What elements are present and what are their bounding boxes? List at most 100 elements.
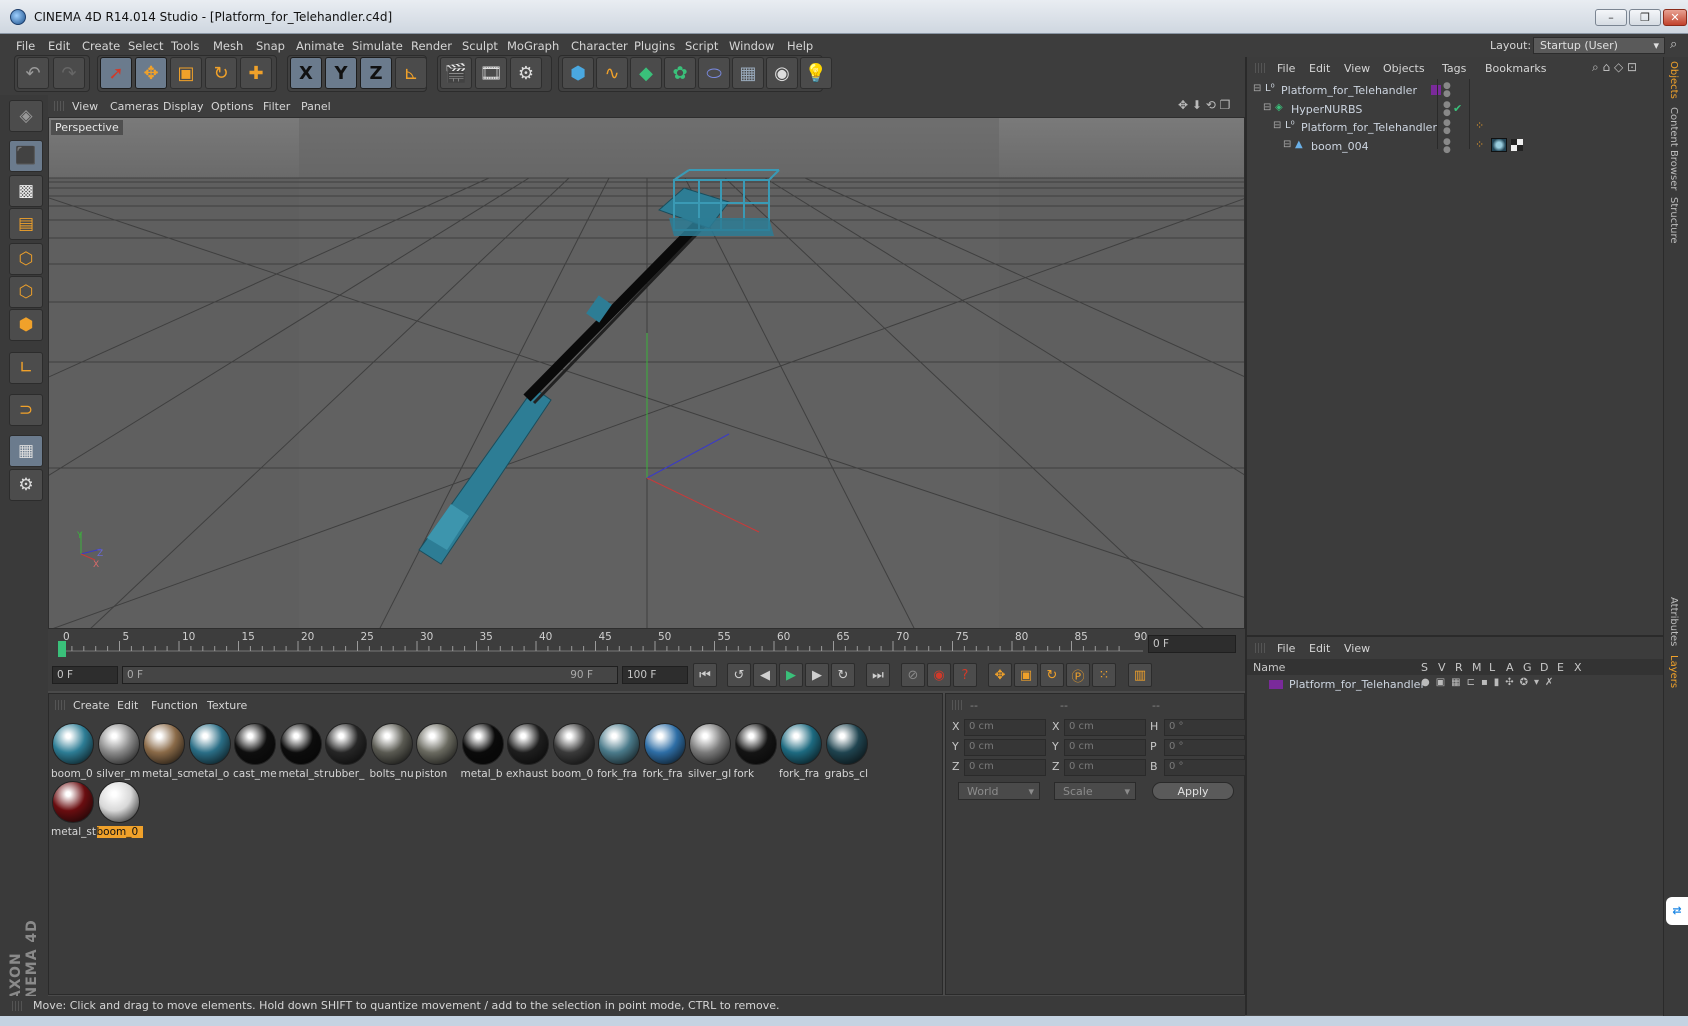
menu-mograph[interactable]: MoGraph [507,39,559,53]
deformer-icon[interactable]: ⬭ [698,57,730,89]
visibility-dots-icon[interactable]: ● ● [1443,100,1451,117]
rotation-h-field[interactable]: 0 ° [1164,719,1246,736]
menu-file[interactable]: File [16,39,35,53]
layer-name[interactable]: Platform_for_Telehandler [1289,678,1425,691]
cube-icon[interactable]: ⬢ [562,57,594,89]
menu-help[interactable]: Help [787,39,813,53]
material-swatch[interactable]: exhaust [506,722,550,782]
help-key-icon[interactable]: ? [953,663,977,687]
make-editable-icon[interactable]: ◈ [9,100,43,132]
obj-menu-view[interactable]: View [1344,62,1370,75]
y-axis-icon[interactable]: Y [325,57,357,89]
object-tree-row[interactable]: ⊟ ▲ boom_004 ● ● ⁘ [1247,137,1665,156]
workplane-mode-icon[interactable]: ▤ [9,208,43,240]
size-y-field[interactable]: 0 cm [1064,739,1146,756]
axis-mode-icon[interactable]: ∟ [9,352,43,384]
expand-toggle-icon[interactable]: ⊟ [1283,139,1291,150]
material-swatch[interactable]: rubber_ [324,722,368,782]
obj-menu-objects[interactable]: Objects [1383,62,1425,75]
material-swatch[interactable]: metal_b [461,722,505,782]
material-tag-icon[interactable] [1491,137,1507,152]
key-pla-icon[interactable]: ⁙ [1092,663,1116,687]
menu-edit[interactable]: Edit [48,39,70,53]
key-scale-icon[interactable]: ▣ [1014,663,1038,687]
play-icon[interactable]: ▶ [779,663,803,687]
menu-character[interactable]: Character [571,39,628,53]
material-swatch[interactable]: metal_st [51,780,96,840]
object-name[interactable]: Platform_for_Telehandler [1281,84,1417,97]
frame-range-slider[interactable]: 0 F 90 F [122,666,618,684]
object-tree-row[interactable]: ⊟ L⁰ Platform_for_Telehandler ● ● [1247,81,1665,100]
object-tree-row[interactable]: ⊟ L⁰ Platform_for_Telehandler ● ● ⁘ [1247,118,1665,137]
obj-menu-tags[interactable]: Tags [1442,62,1466,75]
goto-end-icon[interactable]: ⏭ [866,663,890,687]
move-icon[interactable]: ✥ [135,57,167,89]
key-rotation-icon[interactable]: ↻ [1040,663,1064,687]
size-z-field[interactable]: 0 cm [1064,759,1146,776]
record-keys-icon[interactable]: ⊘ [901,663,925,687]
layer-menu-edit[interactable]: Edit [1309,642,1330,655]
obj-menu-file[interactable]: File [1277,62,1295,75]
material-swatch[interactable]: boom_0 [552,722,596,782]
maximize-button[interactable]: ❐ [1629,9,1661,26]
vp-menu-panel[interactable]: Panel [301,100,331,113]
menu-animate[interactable]: Animate [296,39,344,53]
material-swatch[interactable]: bolts_nu [370,722,414,782]
camera-icon[interactable]: ◉ [766,57,798,89]
select-pointer-icon[interactable]: ➚ [100,57,132,89]
position-y-field[interactable]: 0 cm [964,739,1046,756]
material-swatch[interactable]: fork_fra [643,722,687,782]
scale-icon[interactable]: ▣ [170,57,202,89]
menu-simulate[interactable]: Simulate [352,39,403,53]
points-mode-icon[interactable]: ⬡ [9,243,43,275]
tab-content-browser[interactable]: Content Browser [1668,107,1679,190]
key-param-icon[interactable]: Ⓟ [1066,663,1090,687]
undo-icon[interactable]: ↶ [17,57,49,89]
snapping-icon[interactable]: ⊃ [9,394,43,426]
next-key-icon[interactable]: ↻ [831,663,855,687]
coordinate-mode-select[interactable]: World ▾ [958,782,1040,800]
material-swatch[interactable]: fork [734,722,778,782]
coordinate-system-icon[interactable]: ⊾ [395,57,427,89]
object-name[interactable]: Platform_for_Telehandler [1301,121,1437,134]
render-picture-viewer-icon[interactable]: 🎞 [475,57,507,89]
floor-icon[interactable]: ▦ [732,57,764,89]
visibility-dots-icon[interactable]: ● ● [1443,119,1451,136]
material-swatch[interactable]: fork_fra [597,722,641,782]
layout-select[interactable]: Startup (User) ▾ [1533,37,1665,54]
menu-select[interactable]: Select [128,39,163,53]
object-name[interactable]: HyperNURBS [1291,103,1362,116]
material-swatch[interactable]: silver_m [97,722,141,782]
viewport-perspective[interactable]: Y Z X Perspective [48,117,1245,629]
material-swatch[interactable]: metal_o [188,722,232,782]
layer-menu-view[interactable]: View [1344,642,1370,655]
position-x-field[interactable]: 0 cm [964,719,1046,736]
vp-menu-view[interactable]: View [72,100,98,113]
mat-menu-edit[interactable]: Edit [117,699,138,712]
expand-toggle-icon[interactable]: ⊟ [1263,102,1271,113]
obj-menu-edit[interactable]: Edit [1309,62,1330,75]
material-swatch[interactable]: silver_gl [688,722,732,782]
material-swatch[interactable]: cast_me [233,722,277,782]
polygons-mode-icon[interactable]: ⬢ [9,309,43,341]
start-frame-field[interactable]: 0 F [52,666,118,684]
layer-color-swatch[interactable] [1269,680,1283,689]
layer-flag-icons[interactable]: ●▣▦⊏▪▮✣✪▾✗ [1421,677,1559,688]
vp-menu-cameras[interactable]: Cameras [110,100,159,113]
goto-start-icon[interactable]: ⏮ [693,663,717,687]
menu-sculpt[interactable]: Sculpt [462,39,498,53]
menu-window[interactable]: Window [729,39,774,53]
material-swatch[interactable]: metal_sc [142,722,188,782]
minimize-button[interactable]: – [1595,9,1627,26]
visibility-dots-icon[interactable]: ● ● [1443,137,1451,154]
render-settings-icon[interactable]: ⚙ [510,57,542,89]
tab-structure[interactable]: Structure [1668,197,1679,244]
timeline-ruler[interactable]: 0 5 10 15 20 25 30 35 40 45 50 55 60 65 70 75 80 85 90 0 F [48,629,1245,659]
end-frame-field[interactable]: 100 F [622,666,688,684]
next-frame-icon[interactable]: ▶ [805,663,829,687]
nurbs-icon[interactable]: ◆ [630,57,662,89]
texture-mode-icon[interactable]: ▩ [9,175,43,207]
spline-icon[interactable]: ∿ [596,57,628,89]
mat-menu-texture[interactable]: Texture [207,699,247,712]
layer-color-icon[interactable] [1431,85,1441,95]
